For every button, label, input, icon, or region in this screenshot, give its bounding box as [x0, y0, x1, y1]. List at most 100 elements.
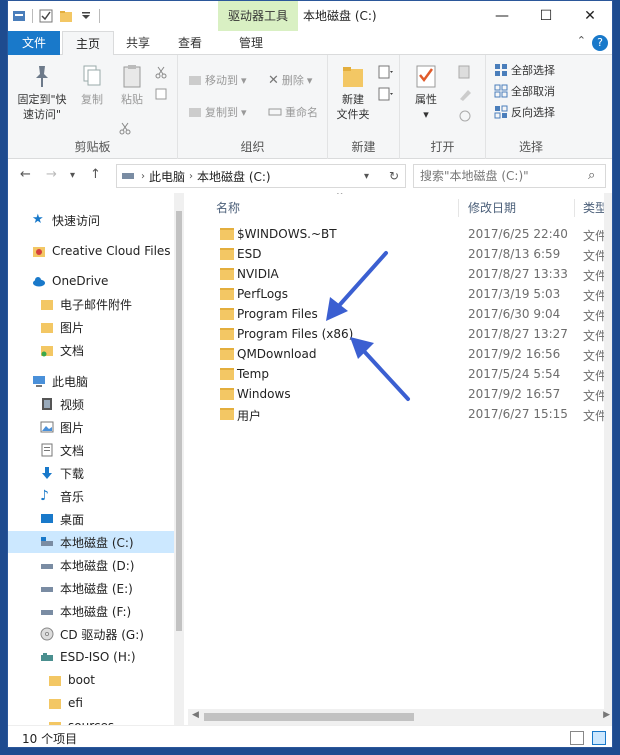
- nav-item-email-attachments[interactable]: 电子邮件附件: [8, 293, 174, 315]
- nav-item-downloads[interactable]: 下载: [8, 462, 174, 484]
- nav-item-music[interactable]: ♪ 音乐: [8, 485, 174, 507]
- nav-item-onedrive-documents[interactable]: 文档: [8, 339, 174, 361]
- cc-icon: [33, 247, 45, 257]
- qat-separator: [32, 9, 33, 23]
- file-name: QMDownload: [237, 347, 317, 361]
- tab-view[interactable]: 查看: [170, 31, 210, 55]
- clipboard-group: 固定到"快 速访问" 复制 粘贴 剪贴板: [8, 55, 178, 159]
- nav-item-creative-cloud[interactable]: Creative Cloud Files: [8, 240, 174, 262]
- up-arrow-icon[interactable]: ↑: [90, 167, 101, 182]
- chevron-down-icon[interactable]: ▾: [364, 171, 369, 182]
- nav-item-boot[interactable]: boot: [8, 669, 174, 691]
- nav-item-efi[interactable]: efi: [8, 692, 174, 714]
- nav-item-documents[interactable]: 文档: [8, 439, 174, 461]
- paste-button[interactable]: 粘贴: [114, 63, 150, 107]
- edit-icon[interactable]: [458, 87, 474, 101]
- explorer-icon[interactable]: [12, 9, 26, 23]
- qat-dropdown-icon[interactable]: [79, 9, 93, 23]
- file-list-vscrollbar[interactable]: [604, 193, 612, 709]
- nav-item-desktop[interactable]: 桌面: [8, 508, 174, 530]
- nav-item-local-disk-f[interactable]: 本地磁盘 (F:): [8, 600, 174, 622]
- ribbon-collapse-icon[interactable]: ⌃: [577, 34, 586, 47]
- file-name: Windows: [237, 387, 291, 401]
- copy-button[interactable]: 复制: [74, 63, 110, 107]
- minimize-button[interactable]: —: [482, 1, 522, 31]
- invert-selection-button[interactable]: 反向选择: [494, 103, 555, 121]
- nav-item-local-disk-e[interactable]: 本地磁盘 (E:): [8, 577, 174, 599]
- file-row[interactable]: PerfLogs2017/3/19 5:03文件夹: [188, 285, 612, 305]
- address-bar[interactable]: › 此电脑 › 本地磁盘 (C:) ▾ ↻: [116, 164, 406, 188]
- file-list-pane: ^ 名称 修改日期 类型 $WINDOWS.~BT 2017/6/25 22:40…: [188, 193, 612, 725]
- nav-pane-scrollbar[interactable]: [174, 193, 184, 725]
- nav-item-esd-iso-h[interactable]: ESD-ISO (H:): [8, 646, 174, 668]
- drive-icon: [41, 587, 53, 592]
- nav-item-videos[interactable]: 视频: [8, 393, 174, 415]
- file-date: 2017/9/2 16:56: [468, 347, 561, 361]
- help-icon[interactable]: ?: [592, 35, 608, 51]
- scroll-left-icon[interactable]: ◀: [192, 710, 199, 720]
- properties-button[interactable]: 属性 ▾: [408, 63, 444, 122]
- new-folder-icon[interactable]: [59, 9, 73, 23]
- file-row[interactable]: NVIDIA2017/8/27 13:33文件夹: [188, 265, 612, 285]
- scissors-icon[interactable]: [118, 121, 132, 135]
- new-folder-button[interactable]: 新建 文件夹: [332, 63, 374, 122]
- folder-icon: [220, 388, 234, 400]
- file-name: PerfLogs: [237, 287, 289, 301]
- item-count: 10 个项目: [22, 732, 78, 746]
- nav-item-label: 此电脑: [52, 374, 89, 389]
- copy-path-icon[interactable]: [154, 87, 168, 101]
- nav-item-sources[interactable]: sources: [8, 715, 174, 725]
- scroll-right-icon[interactable]: ▶: [603, 710, 610, 720]
- breadcrumb-this-pc[interactable]: 此电脑: [149, 168, 185, 185]
- search-input[interactable]: 搜索"本地磁盘 (C:)": [413, 164, 606, 188]
- open-group-label: 打开: [430, 140, 455, 154]
- rename-button[interactable]: 重命名: [268, 103, 318, 121]
- recent-locations-icon[interactable]: ▾: [70, 170, 75, 181]
- hscroll-thumb[interactable]: [204, 713, 414, 721]
- nav-item-onedrive-pictures[interactable]: 图片: [8, 316, 174, 338]
- tab-share[interactable]: 共享: [118, 31, 158, 55]
- breadcrumb-local-disk[interactable]: 本地磁盘 (C:): [197, 168, 271, 185]
- delete-button[interactable]: ✕ 删除 ▾: [268, 71, 312, 89]
- rename-label: 重命名: [285, 106, 318, 119]
- nav-item-pictures[interactable]: 图片: [8, 416, 174, 438]
- nav-item-quick-access[interactable]: ★ 快速访问: [8, 209, 174, 231]
- maximize-button[interactable]: ☐: [526, 1, 566, 31]
- large-icons-view-icon[interactable]: [592, 731, 606, 745]
- history-icon[interactable]: [458, 109, 474, 123]
- new-item-icon[interactable]: [378, 65, 394, 79]
- refresh-icon[interactable]: ↻: [389, 169, 399, 183]
- forward-arrow-icon[interactable]: →: [46, 167, 57, 182]
- tab-home[interactable]: 主页: [62, 31, 114, 56]
- file-row[interactable]: ESD2017/8/13 6:59文件夹: [188, 245, 612, 265]
- file-list-hscrollbar[interactable]: ◀ ▶: [188, 709, 612, 725]
- close-button[interactable]: ✕: [570, 1, 610, 31]
- file-row[interactable]: Program Files2017/6/30 9:04文件夹: [188, 305, 612, 325]
- nav-item-local-disk-c[interactable]: 本地磁盘 (C:): [8, 531, 174, 553]
- column-header-date[interactable]: 修改日期: [468, 197, 516, 219]
- tab-file[interactable]: 文件: [8, 31, 60, 55]
- column-header-name[interactable]: 名称: [216, 197, 240, 219]
- search-icon[interactable]: ⌕: [588, 168, 595, 183]
- move-to-button[interactable]: 移动到 ▾: [188, 71, 247, 89]
- select-none-button[interactable]: 全部取消: [494, 82, 555, 100]
- file-row[interactable]: $WINDOWS.~BT2017/6/25 22:40文件夹: [188, 225, 612, 245]
- nav-pane-scroll-thumb[interactable]: [176, 211, 182, 631]
- cut-icon[interactable]: [154, 65, 168, 79]
- tab-manage[interactable]: 管理: [226, 31, 276, 55]
- easy-access-icon[interactable]: [378, 87, 394, 101]
- nav-item-this-pc[interactable]: 此电脑: [8, 370, 174, 392]
- column-separator[interactable]: [574, 199, 575, 217]
- nav-item-cd-drive-g[interactable]: CD 驱动器 (G:): [8, 623, 174, 645]
- select-all-button[interactable]: 全部选择: [494, 61, 555, 79]
- details-view-icon[interactable]: [570, 731, 584, 745]
- open-icon[interactable]: [458, 65, 474, 79]
- copy-to-button[interactable]: 复制到 ▾: [188, 103, 247, 121]
- nav-item-local-disk-d[interactable]: 本地磁盘 (D:): [8, 554, 174, 576]
- back-arrow-icon[interactable]: ←: [20, 167, 31, 182]
- column-separator[interactable]: [458, 199, 459, 217]
- pin-quick-access-button[interactable]: 固定到"快 速访问": [14, 63, 70, 122]
- nav-item-onedrive[interactable]: OneDrive: [8, 270, 174, 292]
- pictures-icon: [40, 421, 54, 433]
- properties-check-icon[interactable]: [39, 9, 53, 23]
